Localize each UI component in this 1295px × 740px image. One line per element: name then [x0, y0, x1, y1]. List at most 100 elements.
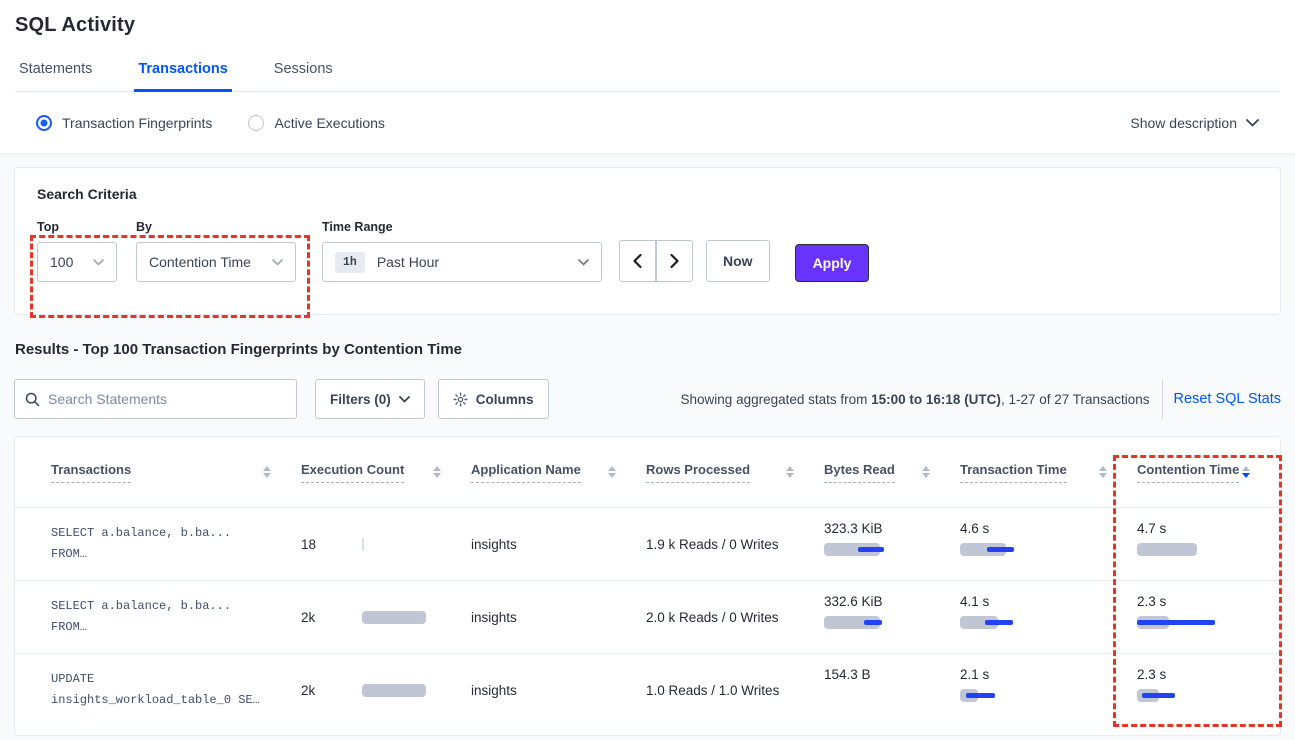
transaction-time-bar [960, 689, 1070, 702]
top-select-value: 100 [50, 254, 73, 270]
results-toolbar: Filters (0) Columns Showing aggregated s… [14, 378, 1281, 420]
chevron-down-icon [1246, 119, 1259, 127]
view-toggle-bar: Transaction Fingerprints Active Executio… [0, 92, 1295, 154]
column-header-application-name[interactable]: Application Name [471, 462, 646, 483]
column-header-bytes-read[interactable]: Bytes Read [824, 462, 960, 483]
contention-time-bar [1137, 543, 1247, 556]
by-select[interactable]: Contention Time [136, 242, 296, 282]
time-range-select[interactable]: 1h Past Hour [322, 242, 602, 282]
sort-icon[interactable] [263, 466, 271, 478]
execution-count-cell: 18 [301, 508, 471, 580]
bytes-read-bar [824, 543, 934, 556]
sort-icon[interactable] [433, 466, 441, 478]
bytes-read-bar [824, 616, 934, 629]
search-criteria-panel: Search Criteria Top 100 By Contention Ti… [14, 167, 1281, 315]
column-header-transaction-time[interactable]: Transaction Time [960, 462, 1137, 483]
application-name-cell: insights [471, 581, 646, 653]
show-description-label: Show description [1130, 115, 1237, 131]
by-field: By Contention Time [136, 220, 322, 282]
time-nav-group [619, 240, 693, 282]
column-header-transactions[interactable]: Transactions [51, 462, 301, 483]
next-time-button[interactable] [656, 240, 693, 282]
sort-icon[interactable] [922, 466, 930, 478]
prev-time-button[interactable] [619, 240, 656, 282]
filters-label: Filters (0) [330, 392, 391, 407]
sort-icon[interactable] [608, 466, 616, 478]
chevron-right-icon [670, 254, 679, 268]
tab-sessions[interactable]: Sessions [270, 61, 337, 91]
radio-active-executions[interactable]: Active Executions [248, 115, 385, 131]
transaction-fingerprint-cell[interactable]: SELECT a.balance, b.ba... FROM… [51, 581, 301, 653]
top-label: Top [37, 220, 136, 234]
gear-icon [453, 392, 468, 407]
contention-time-cell: 2.3 s [1137, 581, 1280, 653]
by-label: By [136, 220, 322, 234]
search-icon [25, 392, 40, 407]
radio-label: Transaction Fingerprints [62, 115, 212, 131]
top-select[interactable]: 100 [37, 242, 117, 282]
application-name-cell: insights [471, 654, 646, 726]
bytes-read-cell: 323.3 KiB [824, 508, 960, 580]
tab-transactions[interactable]: Transactions [134, 61, 231, 91]
execution-count-cell: 2k [301, 581, 471, 653]
table-row[interactable]: SELECT a.balance, b.ba... FROM… 2k insig… [15, 580, 1280, 653]
radio-unselected-icon [248, 115, 264, 131]
radio-label: Active Executions [274, 115, 385, 131]
sort-icon[interactable] [1099, 466, 1107, 478]
results-heading: Results - Top 100 Transaction Fingerprin… [15, 341, 1280, 358]
radio-transaction-fingerprints[interactable]: Transaction Fingerprints [36, 115, 212, 131]
chevron-down-icon [399, 396, 410, 403]
transaction-time-bar [960, 543, 1070, 556]
radio-selected-icon [36, 115, 52, 131]
chevron-down-icon [93, 259, 104, 266]
column-header-execution-count[interactable]: Execution Count [301, 462, 471, 483]
aggregated-stats-text: Showing aggregated stats from 15:00 to 1… [681, 392, 1150, 407]
search-criteria-heading: Search Criteria [37, 186, 1258, 202]
page-header: SQL Activity Statements Transactions Ses… [0, 0, 1295, 92]
main-content: Search Criteria Top 100 By Contention Ti… [0, 154, 1295, 736]
tab-statements[interactable]: Statements [15, 61, 96, 91]
transaction-time-bar [960, 616, 1070, 629]
vertical-divider [1162, 379, 1163, 419]
execution-count-cell: 2k [301, 654, 471, 726]
time-range-field: Time Range 1h Past Hour [322, 220, 602, 282]
contention-time-bar [1137, 689, 1247, 702]
time-range-badge: 1h [335, 252, 365, 273]
table-row[interactable]: UPDATE insights_workload_table_0 SE… 2k … [15, 653, 1280, 726]
now-button[interactable]: Now [706, 240, 770, 282]
bytes-read-cell: 154.3 B [824, 654, 960, 726]
tab-bar: Statements Transactions Sessions [15, 61, 1280, 92]
application-name-cell: insights [471, 508, 646, 580]
transactions-table: Transactions Execution Count Application… [14, 436, 1281, 736]
filters-button[interactable]: Filters (0) [315, 379, 425, 419]
transaction-time-cell: 2.1 s [960, 654, 1137, 726]
apply-button[interactable]: Apply [795, 244, 870, 282]
transaction-fingerprint-cell[interactable]: UPDATE insights_workload_table_0 SE… [51, 654, 301, 726]
transaction-time-cell: 4.6 s [960, 508, 1137, 580]
sort-icon[interactable] [786, 466, 794, 478]
column-header-contention-time[interactable]: Contention Time [1137, 462, 1280, 483]
chevron-down-icon [272, 259, 283, 266]
columns-button[interactable]: Columns [438, 379, 549, 419]
search-statements-input[interactable] [48, 391, 286, 407]
transaction-time-cell: 4.1 s [960, 581, 1137, 653]
reset-sql-stats-link[interactable]: Reset SQL Stats [1174, 391, 1281, 407]
time-range-label: Time Range [322, 220, 602, 234]
top-field: Top 100 [37, 220, 136, 282]
by-select-value: Contention Time [149, 254, 251, 270]
chevron-left-icon [633, 254, 642, 268]
rows-processed-cell: 1.9 k Reads / 0 Writes [646, 508, 824, 580]
transaction-fingerprint-cell[interactable]: SELECT a.balance, b.ba... FROM… [51, 508, 301, 580]
bytes-read-bar [824, 689, 934, 702]
column-header-rows-processed[interactable]: Rows Processed [646, 462, 824, 483]
search-statements-box [14, 379, 297, 419]
table-header-row: Transactions Execution Count Application… [15, 437, 1280, 507]
search-criteria-form: Top 100 By Contention Time [37, 220, 1258, 282]
sql-activity-page: SQL Activity Statements Transactions Ses… [0, 0, 1295, 740]
sort-icon-active-desc[interactable] [1242, 466, 1250, 478]
contention-time-cell: 2.3 s [1137, 654, 1280, 726]
show-description-toggle[interactable]: Show description [1130, 115, 1259, 131]
time-range-value: Past Hour [377, 254, 439, 270]
bytes-read-cell: 332.6 KiB [824, 581, 960, 653]
table-row[interactable]: SELECT a.balance, b.ba... FROM… 18 insig… [15, 507, 1280, 580]
